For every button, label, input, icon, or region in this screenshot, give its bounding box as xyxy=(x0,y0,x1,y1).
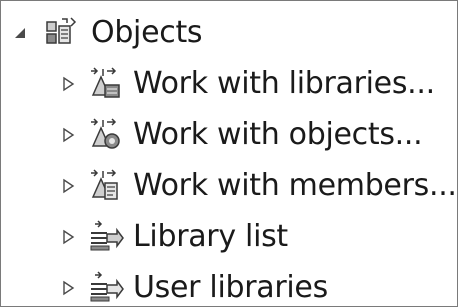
collapsed-triangle-icon[interactable] xyxy=(61,229,77,245)
library-list-icon xyxy=(87,220,127,254)
tree-item-library-list[interactable]: Library list xyxy=(61,212,288,262)
tree-item-label: Work with objects... xyxy=(133,117,423,152)
collapsed-triangle-icon[interactable] xyxy=(61,280,77,296)
collapsed-triangle-icon[interactable] xyxy=(61,127,77,143)
work-with-libraries-icon xyxy=(87,67,127,101)
tree-item-label: User libraries xyxy=(133,270,328,305)
tree-item-work-with-objects[interactable]: Work with objects... xyxy=(61,110,423,160)
user-libraries-icon xyxy=(87,271,127,305)
object-tree: Objects Work with libraries... Work with… xyxy=(0,0,458,307)
objects-icon xyxy=(45,16,85,50)
work-with-objects-icon xyxy=(87,118,127,152)
tree-item-label: Work with members... xyxy=(133,168,457,203)
tree-item-label: Objects xyxy=(91,15,203,50)
tree-item-user-libraries[interactable]: User libraries xyxy=(61,263,328,307)
expanded-triangle-icon[interactable] xyxy=(13,25,29,41)
tree-item-work-with-libraries[interactable]: Work with libraries... xyxy=(61,59,435,109)
tree-item-label: Work with libraries... xyxy=(133,66,435,101)
tree-item-objects[interactable]: Objects xyxy=(13,8,203,58)
work-with-members-icon xyxy=(87,169,127,203)
tree-item-label: Library list xyxy=(133,219,288,254)
collapsed-triangle-icon[interactable] xyxy=(61,76,77,92)
tree-item-work-with-members[interactable]: Work with members... xyxy=(61,161,457,211)
collapsed-triangle-icon[interactable] xyxy=(61,178,77,194)
